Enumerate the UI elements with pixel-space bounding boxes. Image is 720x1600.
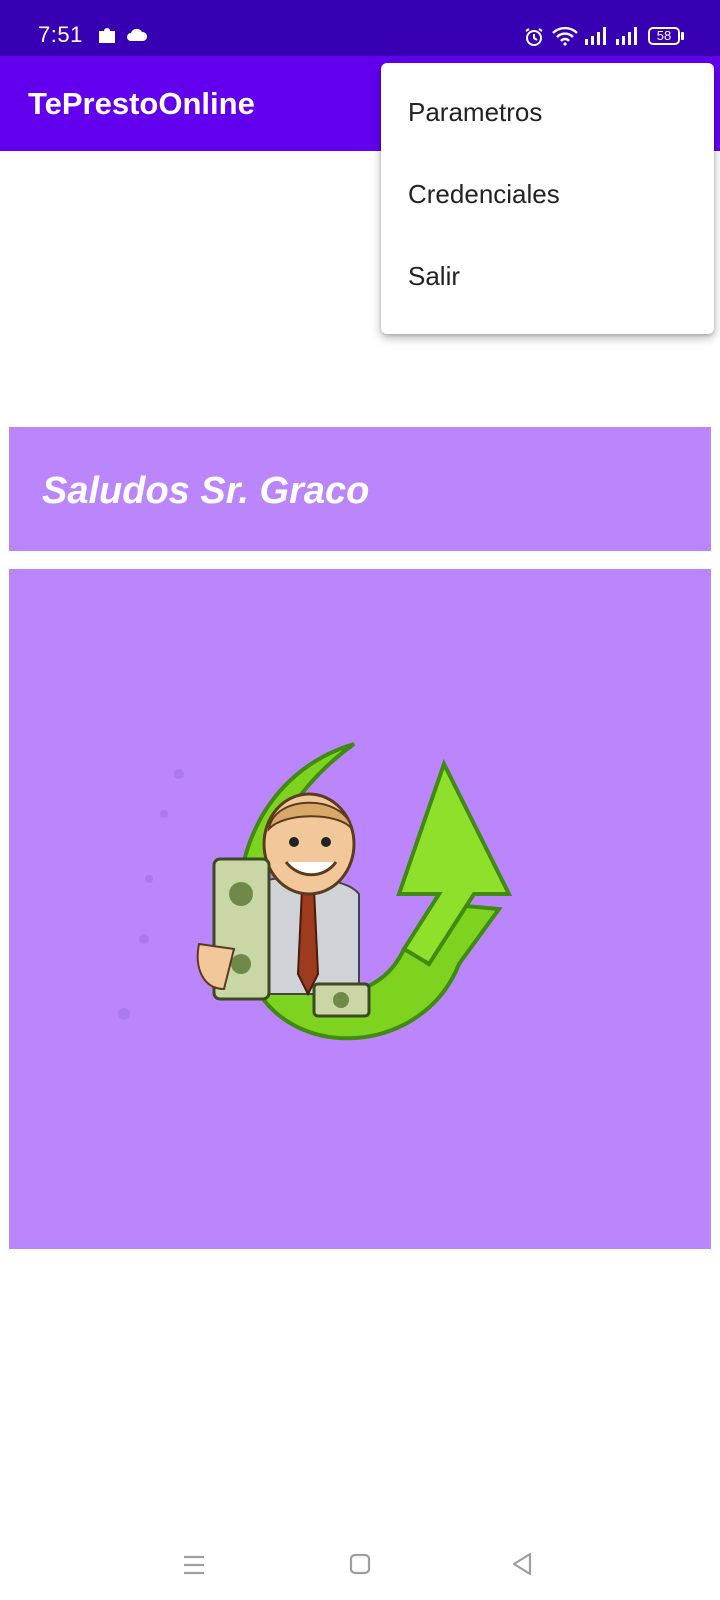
signal-icon bbox=[616, 27, 637, 45]
cloud-icon bbox=[127, 28, 148, 41]
overflow-menu: Parametros Credenciales Salir bbox=[381, 63, 714, 334]
man-with-money-arrow-logo bbox=[118, 742, 513, 1041]
back-icon[interactable] bbox=[510, 1552, 534, 1576]
status-bar: 7:51 58 bbox=[0, 0, 720, 56]
battery-icon: 58 bbox=[648, 27, 680, 45]
puzzle-icon bbox=[99, 28, 115, 43]
signal-icon bbox=[585, 27, 606, 45]
greeting-banner: Saludos Sr. Graco bbox=[9, 427, 711, 551]
menu-item-salir[interactable]: Salir bbox=[381, 235, 714, 317]
home-icon[interactable] bbox=[349, 1553, 371, 1575]
menu-icon[interactable] bbox=[182, 1554, 206, 1576]
battery-level: 58 bbox=[656, 28, 672, 43]
navigation-bar bbox=[0, 1528, 720, 1600]
wifi-icon bbox=[552, 26, 578, 46]
status-time: 7:51 bbox=[38, 22, 83, 47]
menu-item-parametros[interactable]: Parametros bbox=[381, 71, 714, 153]
greeting-text: Saludos Sr. Graco bbox=[42, 470, 370, 512]
app-title: TePrestoOnline bbox=[28, 86, 255, 121]
logo-panel bbox=[9, 569, 711, 1249]
alarm-icon bbox=[525, 28, 543, 46]
battery-tip bbox=[681, 32, 684, 40]
menu-item-credenciales[interactable]: Credenciales bbox=[381, 153, 714, 235]
